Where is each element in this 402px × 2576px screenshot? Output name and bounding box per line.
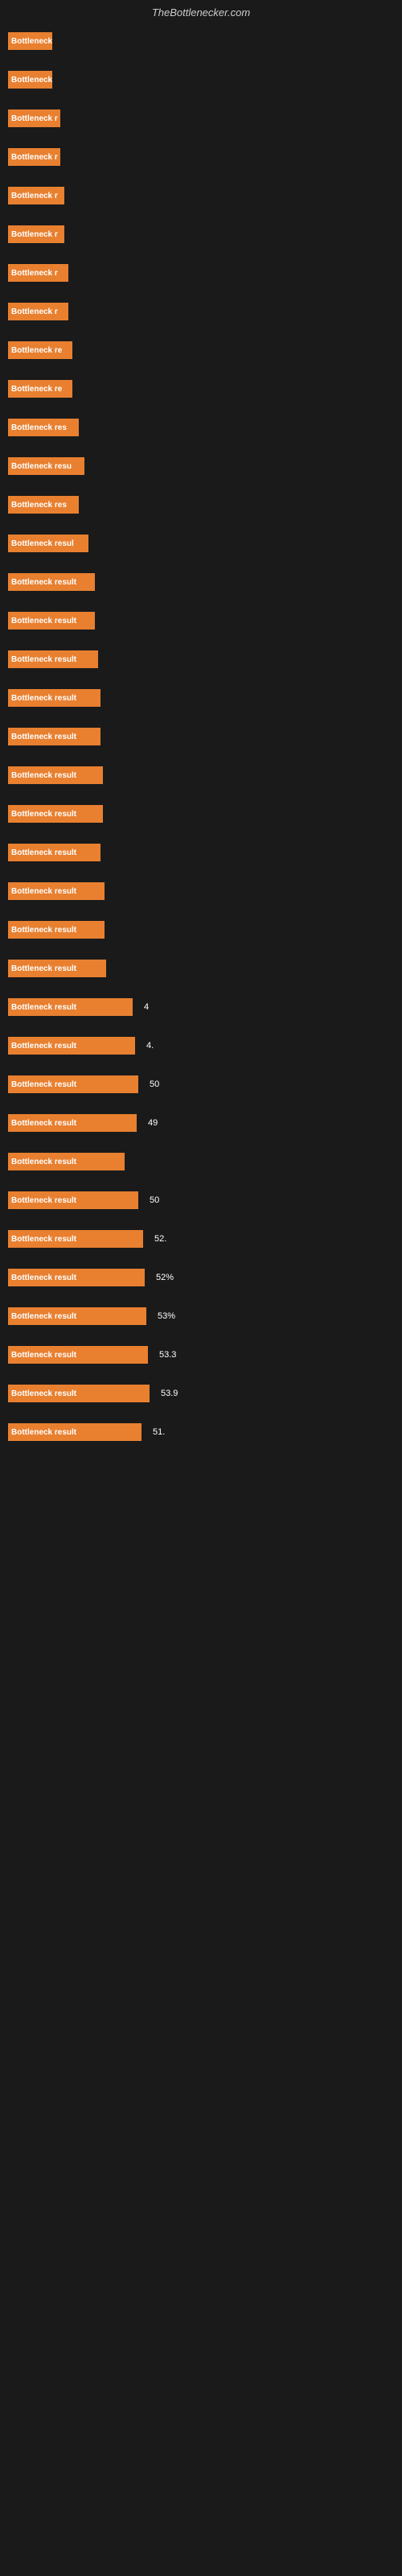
bar-label: Bottleneck r [11, 269, 58, 278]
bar-label: Bottleneck result [11, 771, 76, 780]
bar-row: Bottleneck result [8, 609, 386, 632]
bar-row: Bottleneck result 4. [8, 1034, 386, 1057]
bar-label: Bottleneck result [11, 926, 76, 935]
bar-label: Bottleneck result [11, 810, 76, 819]
bar-value: 4 [144, 1002, 149, 1012]
bar-label: Bottleneck result [11, 1312, 76, 1321]
bar-value: 53% [158, 1311, 175, 1321]
bar-row: Bottleneck [8, 68, 386, 91]
bar-row: Bottleneck re [8, 339, 386, 361]
header: TheBottlenecker.com [0, 0, 402, 22]
bar-row: Bottleneck result 49 [8, 1112, 386, 1134]
bar-value: 4. [146, 1041, 154, 1051]
bar-label: Bottleneck result [11, 887, 76, 896]
chart-area: Bottleneck Bottleneck Bottleneck r Bottlene… [0, 22, 402, 1468]
bar-label: Bottleneck result [11, 1389, 76, 1398]
bar-label: Bottleneck r [11, 114, 58, 123]
bar-value: 50 [150, 1080, 159, 1089]
bar-row: Bottleneck r [8, 262, 386, 284]
bar-label: Bottleneck re [11, 346, 62, 355]
bar-row: Bottleneck result [8, 725, 386, 748]
bar-label: Bottleneck resul [11, 539, 74, 548]
bar-value: 52% [156, 1273, 174, 1282]
bar-label: Bottleneck r [11, 308, 58, 316]
bar-row: Bottleneck result [8, 803, 386, 825]
bar-label: Bottleneck resu [11, 462, 72, 471]
bar-row: Bottleneck result 52% [8, 1266, 386, 1289]
bar-row: Bottleneck result [8, 648, 386, 671]
bar-row: Bottleneck result 53% [8, 1305, 386, 1327]
bar-label: Bottleneck r [11, 153, 58, 162]
bar-row: Bottleneck result [8, 571, 386, 593]
bar-row: Bottleneck resul [8, 532, 386, 555]
bar-row: Bottleneck r [8, 300, 386, 323]
bar-label: Bottleneck result [11, 1196, 76, 1205]
bar-row: Bottleneck result 53.9 [8, 1382, 386, 1405]
bar-row: Bottleneck result 50 [8, 1189, 386, 1212]
bar-label: Bottleneck result [11, 733, 76, 741]
bar-label: Bottleneck result [11, 1158, 76, 1166]
bar-label: Bottleneck result [11, 655, 76, 664]
bar-row: Bottleneck result [8, 880, 386, 902]
bar-label: Bottleneck res [11, 501, 67, 510]
bar-row: Bottleneck resu [8, 455, 386, 477]
bar-row: Bottleneck r [8, 146, 386, 168]
bar-label: Bottleneck result [11, 1119, 76, 1128]
bar-label: Bottleneck result [11, 578, 76, 587]
bar-label: Bottleneck result [11, 1042, 76, 1051]
bar-label: Bottleneck result [11, 964, 76, 973]
bar-label: Bottleneck result [11, 1235, 76, 1244]
bar-label: Bottleneck r [11, 230, 58, 239]
bar-value: 51. [153, 1427, 165, 1437]
bar-label: Bottleneck res [11, 423, 67, 432]
bar-row: Bottleneck result [8, 764, 386, 786]
bar-value: 50 [150, 1195, 159, 1205]
bar-row: Bottleneck res [8, 416, 386, 439]
bar-label: Bottleneck result [11, 1351, 76, 1360]
bar-row: Bottleneck result 51. [8, 1421, 386, 1443]
bar-row: Bottleneck result 4 [8, 996, 386, 1018]
bar-label: Bottleneck re [11, 385, 62, 394]
bar-label: Bottleneck result [11, 694, 76, 703]
bar-row: Bottleneck result [8, 957, 386, 980]
bar-value: 53.3 [159, 1350, 176, 1360]
bar-row: Bottleneck result [8, 919, 386, 941]
bar-row: Bottleneck result 52. [8, 1228, 386, 1250]
bar-label: Bottleneck result [11, 1274, 76, 1282]
bar-label: Bottleneck result [11, 1428, 76, 1437]
bar-label: Bottleneck result [11, 848, 76, 857]
bar-value: 49 [148, 1118, 158, 1128]
bar-label: Bottleneck result [11, 1080, 76, 1089]
bar-row: Bottleneck result [8, 841, 386, 864]
bar-value: 52. [154, 1234, 166, 1244]
bar-row: Bottleneck result [8, 687, 386, 709]
bar-row: Bottleneck r [8, 223, 386, 246]
bar-label: Bottleneck result [11, 617, 76, 625]
bar-row: Bottleneck result 50 [8, 1073, 386, 1096]
bar-label: Bottleneck r [11, 192, 58, 200]
bar-row: Bottleneck r [8, 107, 386, 130]
bar-row: Bottleneck result 53.3 [8, 1344, 386, 1366]
bar-label: Bottleneck [11, 76, 52, 85]
bar-label: Bottleneck result [11, 1003, 76, 1012]
bar-row: Bottleneck result [8, 1150, 386, 1173]
bar-row: Bottleneck r [8, 184, 386, 207]
bar-row: Bottleneck res [8, 493, 386, 516]
site-title: TheBottlenecker.com [0, 0, 402, 22]
bar-value: 53.9 [161, 1389, 178, 1398]
bar-row: Bottleneck re [8, 378, 386, 400]
bar-row: Bottleneck [8, 30, 386, 52]
bar-label: Bottleneck [11, 37, 52, 46]
